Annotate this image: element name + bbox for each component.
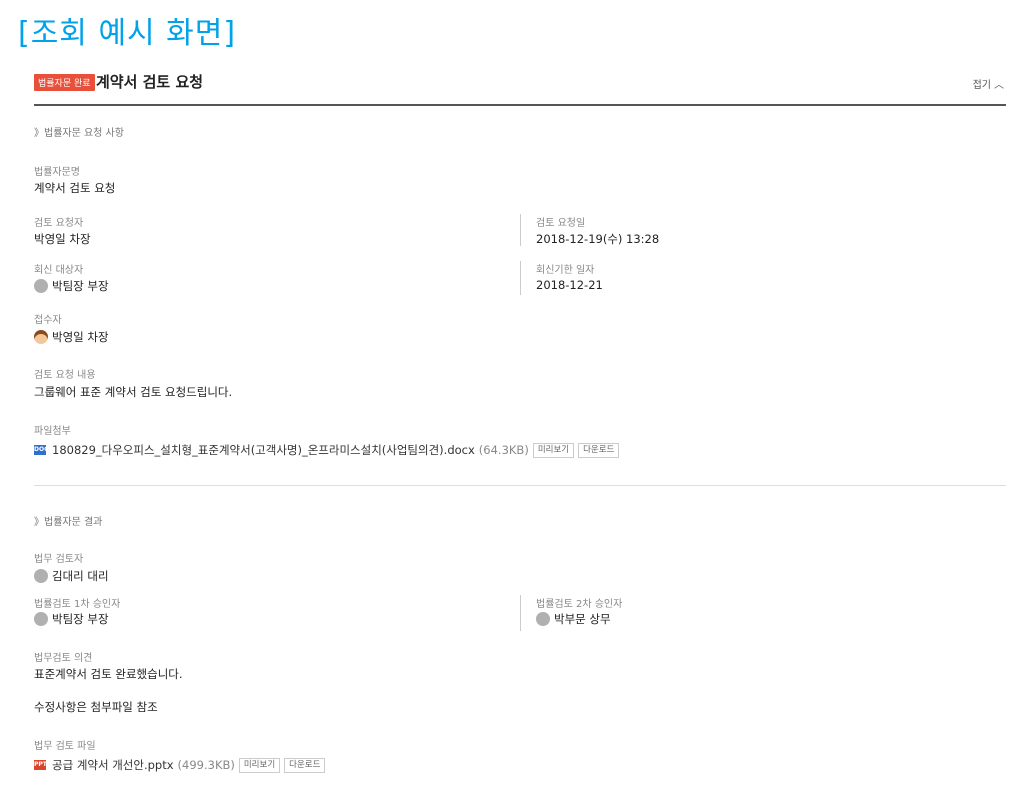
advice-name-value: 계약서 검토 요청 bbox=[34, 181, 116, 195]
status-badge: 법률자문 완료 bbox=[34, 74, 95, 91]
fold-button[interactable]: 접기 ︿ bbox=[973, 76, 1004, 91]
avatar bbox=[34, 278, 48, 293]
requester-value: 박영일 차장 bbox=[34, 232, 91, 246]
request-date-value: 2018-12-19(수) 13:28 bbox=[536, 232, 660, 246]
avatar bbox=[536, 611, 550, 626]
receiver-label: 접수자 bbox=[34, 315, 62, 326]
content-value: 그룹웨어 표준 계약서 검토 요청드립니다. bbox=[34, 385, 233, 399]
reviewer-name: 김대리 대리 bbox=[52, 569, 109, 583]
chevron-up-icon: ︿ bbox=[994, 80, 1004, 91]
approver2-value: 박부문 상무 bbox=[536, 611, 611, 627]
request-date-label: 검토 요청일 bbox=[536, 218, 586, 229]
reply-deadline-value: 2018-12-21 bbox=[536, 278, 603, 292]
avatar bbox=[34, 329, 48, 344]
approver1-value: 박팀장 부장 bbox=[34, 611, 109, 627]
review-file-label: 법무 검토 파일 bbox=[34, 741, 96, 752]
opinion-line2: 수정사항은 첨부파일 참조 bbox=[34, 700, 158, 714]
approver1-label: 법률검토 1차 승인자 bbox=[34, 599, 121, 610]
attachment-file-name[interactable]: 180829_다우오피스_설치형_표준계약서(고객사명)_온프라미스설치(사업팀… bbox=[52, 443, 475, 457]
requester-label: 검토 요청자 bbox=[34, 218, 84, 229]
attachment-label: 파일첨부 bbox=[34, 426, 71, 437]
preview-button[interactable]: 미리보기 bbox=[532, 443, 575, 458]
ppt-file-icon: PPT bbox=[34, 759, 47, 770]
review-file: PPT 공급 계약서 개선안.pptx (499.3KB) 미리보기 다운로드 bbox=[34, 757, 326, 773]
reply-deadline-label: 회신기한 일자 bbox=[536, 265, 595, 276]
approver2-label: 법률검토 2차 승인자 bbox=[536, 599, 623, 610]
receiver-name: 박영일 차장 bbox=[52, 330, 109, 344]
reviewer-label: 법무 검토자 bbox=[34, 554, 84, 565]
legal-advice-panel: 법률자문 완료 계약서 검토 요청 접기 ︿ bbox=[34, 64, 1006, 106]
attachment-file-size: (64.3KB) bbox=[478, 443, 529, 457]
page-caption: [조회 예시 화면] bbox=[18, 16, 237, 51]
request-section-title: 》법률자문 요청 사항 bbox=[34, 128, 124, 139]
content-label: 검토 요청 내용 bbox=[34, 370, 96, 381]
fold-label: 접기 bbox=[972, 80, 991, 91]
review-file-name[interactable]: 공급 계약서 개선안.pptx bbox=[52, 758, 174, 772]
advice-name-label: 법률자문명 bbox=[34, 167, 80, 178]
column-divider bbox=[520, 214, 521, 246]
page-title: 계약서 검토 요청 bbox=[96, 73, 204, 91]
download-button[interactable]: 다운로드 bbox=[578, 443, 620, 458]
preview-button[interactable]: 미리보기 bbox=[238, 758, 281, 773]
download-button[interactable]: 다운로드 bbox=[284, 758, 326, 773]
avatar bbox=[34, 611, 48, 626]
reply-target-label: 회신 대상자 bbox=[34, 265, 84, 276]
column-divider bbox=[520, 261, 521, 295]
doc-file-icon: DOC bbox=[34, 444, 49, 455]
result-section-title: 》법률자문 결과 bbox=[34, 517, 103, 528]
review-file-size: (499.3KB) bbox=[177, 758, 235, 772]
opinion-label: 법무검토 의견 bbox=[34, 653, 93, 664]
receiver-value: 박영일 차장 bbox=[34, 329, 109, 345]
section-divider bbox=[34, 485, 1006, 486]
approver1-name: 박팀장 부장 bbox=[52, 612, 109, 626]
reviewer-value: 김대리 대리 bbox=[34, 568, 109, 584]
opinion-line1: 표준계약서 검토 완료했습니다. bbox=[34, 667, 183, 681]
reply-target-name: 박팀장 부장 bbox=[52, 279, 109, 293]
column-divider bbox=[520, 595, 521, 631]
panel-header: 법률자문 완료 계약서 검토 요청 접기 ︿ bbox=[34, 64, 1006, 106]
attachment-file: DOC 180829_다우오피스_설치형_표준계약서(고객사명)_온프라미스설치(… bbox=[34, 442, 620, 458]
approver2-name: 박부문 상무 bbox=[554, 612, 611, 626]
reply-target-value: 박팀장 부장 bbox=[34, 278, 109, 294]
avatar bbox=[34, 568, 48, 583]
